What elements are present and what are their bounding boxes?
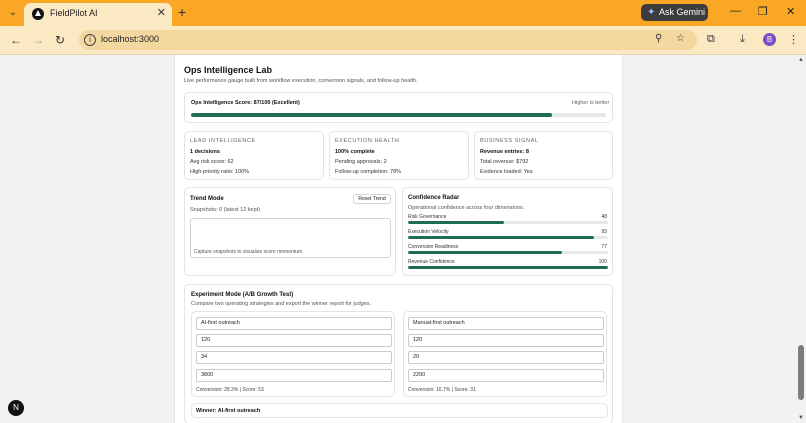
radar-item-label: Execution Velocity (408, 229, 449, 235)
lead-line2: High-priority ratio: 100% (190, 169, 249, 175)
score-label: Ops Intelligence Score: 87/100 (Excellen… (191, 100, 300, 106)
radar-item-value: 93 (601, 229, 607, 235)
tab-title: FieldPilot AI (50, 8, 98, 18)
scroll-up-icon[interactable]: ▲ (798, 57, 804, 63)
variant-a-name-input[interactable]: AI-first outreach (196, 317, 392, 330)
variant-a-card: AI-first outreach 120 34 3800 Conversion… (191, 311, 395, 397)
radar-item-bar-fill (408, 236, 594, 239)
chevron-down-icon[interactable]: ⌄ (6, 6, 20, 20)
variant-a-conversions-input[interactable]: 34 (196, 351, 392, 364)
variant-b-result: Conversion: 16.7% | Score: 31 (408, 387, 476, 393)
radar-card: Confidence Radar Operational confidence … (402, 187, 613, 276)
radar-title: Confidence Radar (408, 195, 460, 201)
variant-b-revenue-input[interactable]: 2200 (408, 369, 604, 382)
page-title: Ops Intelligence Lab (184, 65, 273, 75)
ask-gemini-label: Ask Gemini (659, 7, 706, 17)
lead-line1: Avg risk score: 62 (190, 159, 234, 165)
next-logo-icon[interactable]: N (8, 400, 24, 416)
scrollbar-thumb[interactable] (798, 345, 804, 400)
execution-line2: Follow-up completion: 78% (335, 169, 402, 175)
lead-caption: LEAD INTELLIGENCE (190, 138, 256, 144)
execution-headline: 100% complete (335, 149, 375, 155)
execution-caption: EXECUTION HEALTH (335, 138, 400, 144)
page-viewport: Ops Intelligence Lab Live performance ga… (0, 55, 806, 423)
radar-item-value: 48 (601, 214, 607, 220)
experiment-title: Experiment Mode (A/B Growth Test) (191, 292, 294, 298)
execution-card: EXECUTION HEALTH 100% complete Pending a… (329, 131, 469, 180)
favicon-icon (32, 8, 44, 20)
radar-item-bar (408, 236, 608, 239)
business-headline: Revenue entries: 8 (480, 149, 529, 155)
info-icon[interactable]: i (84, 34, 96, 46)
forward-icon[interactable]: → (32, 33, 44, 47)
radar-item-bar-fill (408, 266, 608, 269)
minimize-icon[interactable]: — (730, 5, 741, 17)
score-gauge (191, 113, 606, 117)
page-subtitle: Live performance gauge built from workfl… (184, 78, 418, 84)
trend-card: Trend Mode Reset Trend Snapshots: 0 (lat… (184, 187, 396, 276)
restore-icon[interactable]: ❐ (758, 5, 768, 18)
address-bar[interactable]: i localhost:3000 ⚲ ☆ (79, 30, 697, 50)
radar-item-value: 77 (601, 244, 607, 250)
experiment-card: Experiment Mode (A/B Growth Test) Compar… (184, 284, 613, 423)
close-icon[interactable]: ✕ (157, 6, 166, 19)
radar-item-label: Revenue Confidence (408, 259, 455, 265)
radar-item-value: 100 (598, 259, 607, 265)
experiment-subtitle: Compare two operating strategies and exp… (191, 301, 372, 307)
ask-gemini-button[interactable]: ✦ Ask Gemini (641, 4, 708, 21)
url-text: localhost:3000 (101, 34, 160, 44)
score-hint: Higher is better (572, 100, 610, 106)
radar-item-label: Risk Governance (408, 214, 447, 220)
radar-item-bar (408, 251, 608, 254)
radar-item-label: Conversion Readiness (408, 244, 459, 250)
extensions-icon[interactable]: ⧉ (707, 33, 715, 46)
zoom-icon[interactable]: ⚲ (655, 33, 662, 44)
browser-toolbar: ← → ↻ i localhost:3000 ⚲ ☆ ⧉ ⤓ B ⋮ (0, 26, 806, 55)
winner-text: Winner: AI-first outreach (196, 408, 261, 414)
business-card: BUSINESS SIGNAL Revenue entries: 8 Total… (474, 131, 613, 180)
lead-headline: 1 decisions (190, 149, 220, 155)
download-icon[interactable]: ⤓ (740, 33, 745, 46)
variant-a-revenue-input[interactable]: 3800 (196, 369, 392, 382)
business-line2: Evidence loaded: Yes (480, 169, 533, 175)
reload-icon[interactable]: ↻ (55, 33, 65, 47)
business-caption: BUSINESS SIGNAL (480, 138, 539, 144)
trend-title: Trend Mode (190, 196, 224, 202)
back-icon[interactable]: ← (10, 33, 22, 47)
sparkle-icon: ✦ (647, 7, 656, 18)
radar-item-bar (408, 221, 608, 224)
star-icon[interactable]: ☆ (676, 33, 685, 44)
trend-chart-area: Capture snapshots to visualize score mom… (190, 218, 391, 258)
radar-item-bar-fill (408, 221, 504, 224)
menu-icon[interactable]: ⋮ (788, 33, 799, 46)
reset-trend-button[interactable]: Reset Trend (353, 194, 391, 204)
browser-tab[interactable]: FieldPilot AI ✕ (24, 3, 172, 26)
variant-b-name-input[interactable]: Manual-first outreach (408, 317, 604, 330)
trend-empty-text: Capture snapshots to visualize score mom… (194, 249, 304, 255)
execution-line1: Pending approvals: 2 (335, 159, 387, 165)
browser-tabstrip: ⌄ FieldPilot AI ✕ + ✦ Ask Gemini — ❐ ✕ (0, 0, 806, 26)
trend-snapshots: Snapshots: 0 (latest 12 kept) (190, 207, 261, 213)
scroll-down-icon[interactable]: ▼ (798, 415, 804, 421)
variant-a-result: Conversion: 28.3% | Score: 53 (196, 387, 264, 393)
radar-item-bar (408, 266, 608, 269)
avatar[interactable]: B (763, 33, 776, 46)
plus-icon[interactable]: + (178, 4, 186, 20)
radar-subtitle: Operational confidence across four dimen… (408, 205, 525, 211)
window-close-icon[interactable]: ✕ (786, 5, 795, 18)
winner-banner: Winner: AI-first outreach (191, 403, 608, 418)
score-card: Ops Intelligence Score: 87/100 (Excellen… (184, 92, 613, 123)
variant-a-leads-input[interactable]: 120 (196, 334, 392, 347)
radar-item-bar-fill (408, 251, 562, 254)
business-line1: Total revenue: $792 (480, 159, 529, 165)
ops-panel: Ops Intelligence Lab Live performance ga… (174, 55, 623, 423)
score-gauge-fill (191, 113, 553, 117)
variant-b-leads-input[interactable]: 120 (408, 334, 604, 347)
lead-card: LEAD INTELLIGENCE 1 decisions Avg risk s… (184, 131, 324, 180)
variant-b-card: Manual-first outreach 120 20 2200 Conver… (403, 311, 607, 397)
variant-b-conversions-input[interactable]: 20 (408, 351, 604, 364)
